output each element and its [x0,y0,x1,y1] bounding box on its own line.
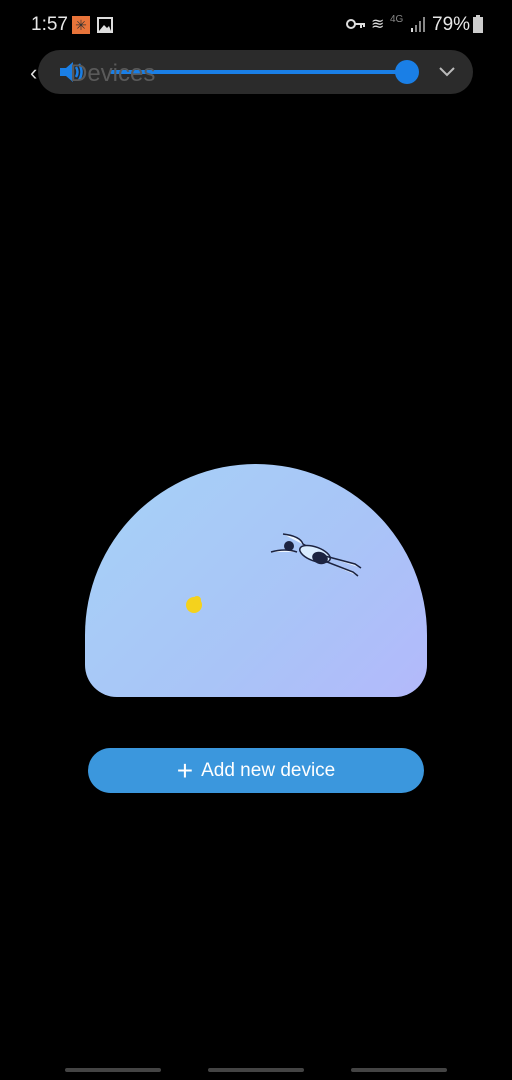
back-button[interactable]: ‹ [30,60,37,86]
chevron-down-icon[interactable] [438,66,456,78]
vpn-key-icon [346,19,365,29]
gallery-icon [97,17,113,33]
nav-back[interactable] [351,1068,447,1072]
wifi-icon: ≋ [371,16,385,33]
status-time: 1:57 [31,14,68,35]
volume-slider-track[interactable] [110,70,407,74]
volume-panel [38,50,473,94]
signal-icon [411,17,425,32]
speaker-icon[interactable] [58,60,86,84]
nav-recents[interactable] [65,1068,161,1072]
nav-home[interactable] [208,1068,304,1072]
network-type: 4G [390,14,404,25]
volume-slider-thumb[interactable] [395,60,419,84]
add-new-device-button[interactable]: + Add new device [88,748,424,793]
battery-icon [473,15,483,33]
empty-state-illustration [85,464,427,697]
battery-percent: 79% [432,14,471,35]
add-new-device-label: Add new device [201,759,336,781]
notification-app-icon: ✳ [72,16,90,34]
plus-icon: + [176,754,194,786]
swimmer-illustration [186,533,362,613]
